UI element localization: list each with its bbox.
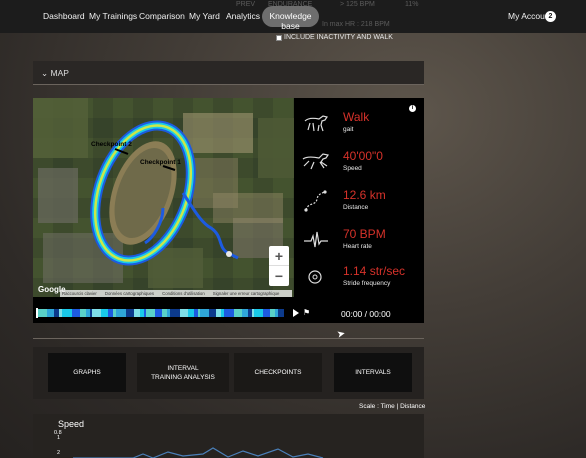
map-imagery <box>33 98 294 297</box>
timeline-segment <box>116 309 126 317</box>
scale-prefix: Scale : <box>359 403 381 410</box>
zoom-out-button[interactable]: − <box>269 266 289 286</box>
timeline-segment <box>180 309 188 317</box>
attribution-link[interactable]: Conditions d'utilisation <box>162 290 205 297</box>
attribution-link[interactable]: Données cartographiques <box>105 290 154 297</box>
stat-label: gait <box>343 126 354 133</box>
horse-walk-icon <box>304 115 328 132</box>
stat-value: 1.14 str/sec <box>343 264 406 278</box>
stat-label: Distance <box>343 204 369 211</box>
timeline-segment <box>38 309 47 317</box>
nav-item-comparison[interactable]: Comparison <box>139 11 185 21</box>
inactivity-checkbox[interactable] <box>276 34 282 41</box>
stat-stride-frequency: 1.14 str/sec Stride frequency <box>302 264 422 294</box>
map-section-label: MAP <box>50 68 69 78</box>
gait-timeline[interactable] <box>36 309 284 317</box>
map-attribution: Raccourcis clavier Données cartographiqu… <box>60 290 292 297</box>
stat-heart-rate: 70 BPM Heart rate <box>302 227 422 257</box>
map-toggle[interactable]: ⌄ MAP <box>41 68 69 79</box>
timeline-segment <box>234 309 242 317</box>
top-navbar: PREV ENDURANCE > 125 BPM 11% In max HR :… <box>0 0 586 33</box>
checkpoint-label[interactable]: Checkpoint 2 <box>91 141 132 148</box>
analysis-tabs: GRAPHS INTERVAL TRAINING ANALYSIS CHECKP… <box>33 347 424 399</box>
stat-label: Stride frequency <box>343 280 391 287</box>
timeline-segment <box>126 309 134 317</box>
nav-item-dashboard[interactable]: Dashboard <box>43 11 85 21</box>
scale-option-time[interactable]: Time <box>381 403 395 410</box>
notification-badge[interactable]: 2 <box>545 11 556 22</box>
timeline-segment <box>254 309 263 317</box>
section-divider <box>33 338 424 339</box>
timeline-segment <box>263 309 270 317</box>
attribution-link[interactable]: Signaler une erreur cartographique <box>213 290 280 297</box>
timeline-segment <box>224 309 234 317</box>
flag-icon[interactable]: ⚑ <box>303 308 310 317</box>
stride-icon <box>308 270 322 284</box>
heartbeat-icon <box>304 231 328 248</box>
inactivity-option[interactable]: INCLUDE INACTIVITY AND WALK <box>276 34 393 41</box>
background-hint: PREV <box>236 1 256 8</box>
chevron-down-icon: ⌄ <box>41 68 49 78</box>
background-hint: > 125 BPM <box>340 1 375 8</box>
zoom-in-button[interactable]: + <box>269 246 289 266</box>
timeline-segment <box>278 309 284 317</box>
nav-item-label: Knowledge base <box>269 11 312 31</box>
stat-label: Speed <box>343 165 362 172</box>
map-section-header[interactable]: ⌄ MAP <box>33 61 424 85</box>
stat-gait: Walk gait <box>302 110 422 140</box>
attribution-link[interactable]: Raccourcis clavier <box>62 290 97 297</box>
tab-graphs[interactable]: GRAPHS <box>48 353 126 392</box>
timeline-cursor[interactable] <box>36 308 38 318</box>
satellite-map[interactable]: Checkpoint 2 Checkpoint 1 + − Google Rac… <box>33 98 294 297</box>
timeline-segment <box>62 309 72 317</box>
tab-intervals[interactable]: INTERVALS <box>334 353 412 392</box>
stat-distance: 12.6 km Distance <box>302 188 422 218</box>
timeline-segment <box>170 309 180 317</box>
zoom-control: + − <box>269 246 289 286</box>
timeline-segment <box>72 309 80 317</box>
play-icon[interactable] <box>293 309 299 317</box>
stat-value: 70 BPM <box>343 227 386 241</box>
distance-icon <box>304 190 327 212</box>
timeline-segment <box>155 309 162 317</box>
nav-item-analytics[interactable]: Analytics <box>226 11 260 21</box>
timeline-segment <box>146 309 155 317</box>
speed-graph: Speed 0.8 1 2 <box>33 414 424 458</box>
timeline-segment <box>92 309 101 317</box>
nav-item-my-trainings[interactable]: My Trainings <box>89 11 137 21</box>
stat-value: 12.6 km <box>343 188 386 202</box>
background-hint: In max HR : 218 BPM <box>322 21 390 28</box>
map-panel: Checkpoint 2 Checkpoint 1 + − Google Rac… <box>33 98 424 323</box>
scale-selector: Scale : Time | Distance <box>359 403 425 410</box>
stats-panel: i Walk gait 40'00"0 Speed 12.6 km Distan… <box>294 98 424 308</box>
scale-option-distance[interactable]: Distance <box>400 403 425 410</box>
timeline-segment <box>209 309 216 317</box>
mouse-cursor-icon: ➤ <box>335 328 347 341</box>
nav-item-knowledge-base[interactable]: Knowledge base <box>262 6 319 31</box>
speed-line <box>73 447 324 458</box>
horse-gallop-icon <box>302 153 329 170</box>
stat-value: 40'00"0 <box>343 149 383 163</box>
tab-checkpoints[interactable]: CHECKPOINTS <box>234 353 322 392</box>
inactivity-label: INCLUDE INACTIVITY AND WALK <box>284 34 393 41</box>
playback-time: 00:00 / 00:00 <box>341 309 391 319</box>
timeline-segment <box>47 309 54 317</box>
checkpoint-label[interactable]: Checkpoint 1 <box>140 159 181 166</box>
stat-speed: 40'00"0 Speed <box>302 149 422 179</box>
background-hint: 11% <box>405 1 419 8</box>
stat-value: Walk <box>343 110 370 124</box>
timeline-segment <box>101 309 108 317</box>
nav-item-my-yard[interactable]: My Yard <box>189 11 220 21</box>
tab-interval-training-analysis[interactable]: INTERVAL TRAINING ANALYSIS <box>137 353 229 392</box>
stat-label: Heart rate <box>343 243 372 250</box>
timeline-segment <box>200 309 209 317</box>
